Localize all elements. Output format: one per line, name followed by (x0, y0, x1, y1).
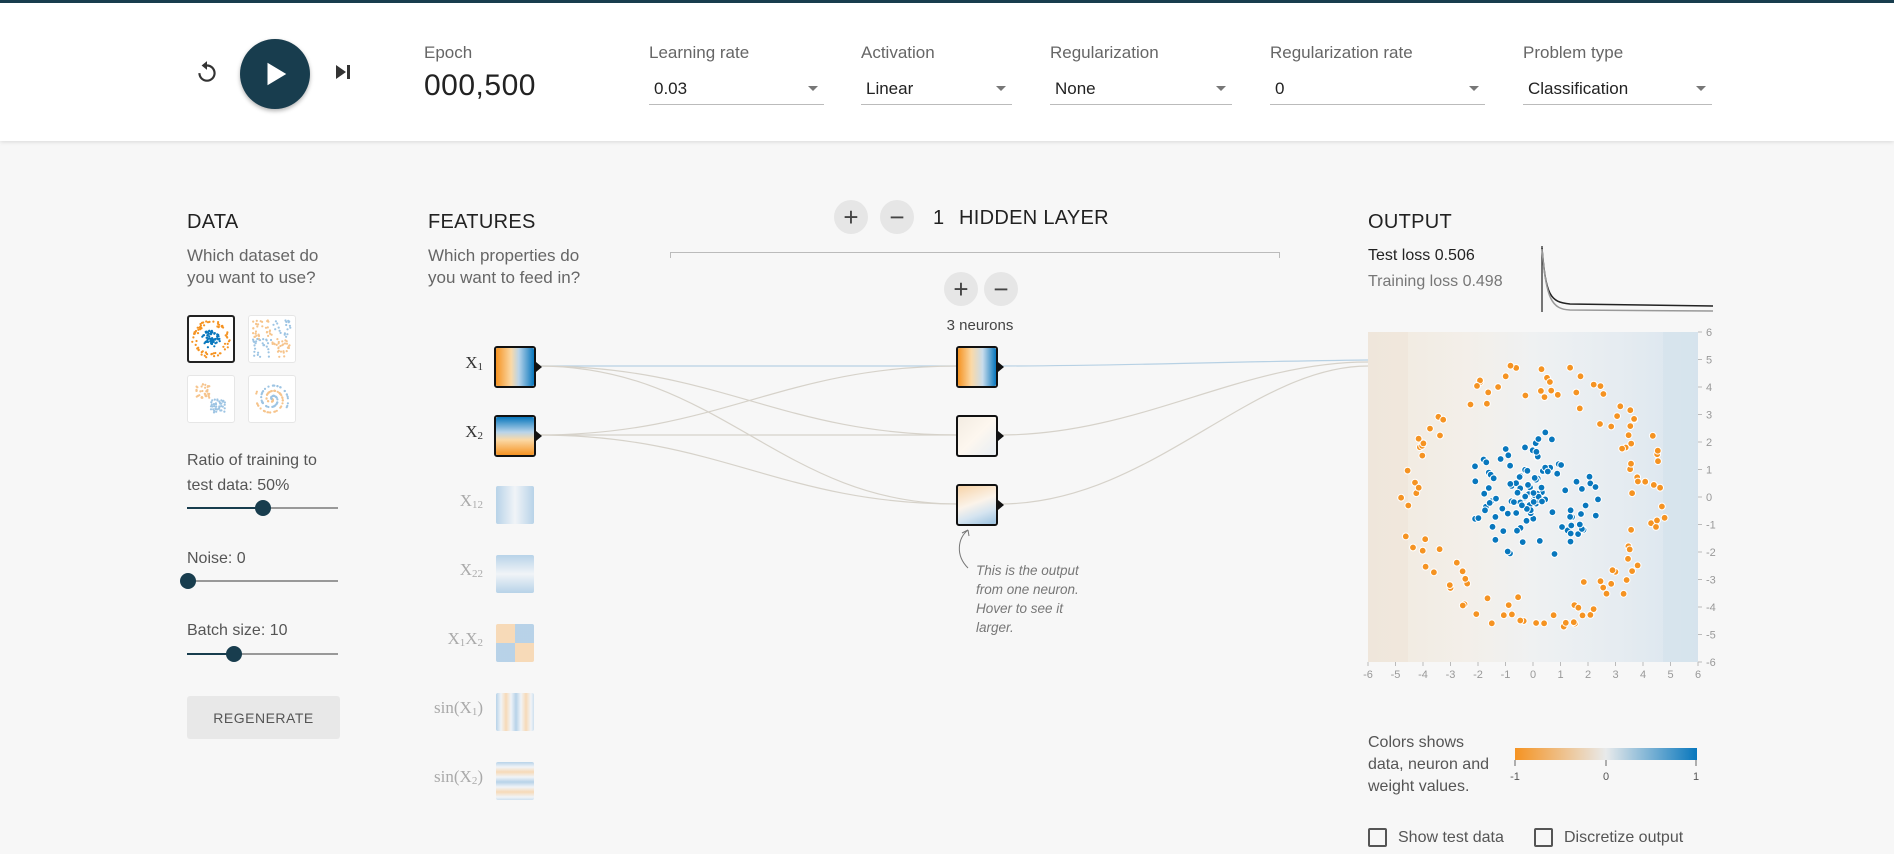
y-tick-label: 3 (1706, 410, 1712, 422)
note-line1: This is the output (976, 563, 1079, 578)
y-tick-label: -3 (1706, 575, 1716, 587)
discretize-output-checkbox[interactable]: Discretize output (1534, 828, 1683, 847)
x-tick-label: 4 (1640, 669, 1646, 681)
remove-layer-button[interactable]: − (880, 200, 914, 234)
hidden-node-1-output (998, 362, 1004, 372)
x-tick-label: -4 (1418, 669, 1428, 681)
x-tick-label: -5 (1391, 669, 1401, 681)
heatmap-axes: -6 -5 -4 -3 -2 -1 0 1 2 3 4 5 6 6 5 4 3 2 1 0 -1 -2 -3 -4 -5 -6 (1363, 327, 1716, 681)
note-line4: larger. (976, 620, 1014, 635)
hidden-node-3[interactable] (958, 486, 996, 524)
y-tick-label: -1 (1706, 520, 1716, 532)
y-tick-label: 2 (1706, 437, 1712, 449)
y-tick-label: -5 (1706, 630, 1716, 642)
y-tick-label: -6 (1706, 657, 1716, 669)
feature-node-sin-x1[interactable] (496, 693, 534, 731)
y-tick-label: 1 (1706, 465, 1712, 477)
show-test-data-box[interactable] (1368, 828, 1387, 847)
x-tick-label: 0 (1530, 669, 1536, 681)
note-line3: Hover to see it (976, 601, 1064, 616)
discretize-output-box[interactable] (1534, 828, 1553, 847)
note-line2: from one neuron. (976, 582, 1079, 597)
add-neuron-button[interactable]: + (944, 272, 978, 306)
show-test-data-checkbox[interactable]: Show test data (1368, 828, 1504, 847)
training-loss-value: 0.498 (1462, 273, 1503, 290)
output-heading: OUTPUT (1368, 211, 1453, 233)
add-layer-button[interactable]: + (834, 200, 868, 234)
training-loss-line (1541, 248, 1714, 312)
feature-node-x2[interactable] (496, 417, 534, 455)
feature-node-x1[interactable] (496, 348, 534, 386)
x-tick-label: -3 (1446, 669, 1456, 681)
x-tick-label: 6 (1695, 669, 1701, 681)
hidden-node-1[interactable] (958, 348, 996, 386)
x-tick-label: -6 (1363, 669, 1373, 681)
link-n1-out (999, 359, 1369, 367)
feature-node-x1-squared[interactable] (496, 486, 534, 524)
hidden-node-2-output (998, 431, 1004, 441)
legend-min: -1 (1510, 771, 1520, 783)
test-loss: Test loss 0.506 (1368, 247, 1475, 265)
x-tick-label: -2 (1473, 669, 1483, 681)
x-tick-label: 1 (1557, 669, 1563, 681)
x-axis-ticks: -6 -5 -4 -3 -2 -1 0 1 2 3 4 5 6 (1363, 662, 1701, 681)
color-legend-text: Colors shows data, neuron and weight val… (1368, 732, 1489, 798)
link-x2-n1 (537, 365, 959, 436)
y-tick-label: 5 (1706, 355, 1712, 367)
y-tick-label: 4 (1706, 382, 1712, 394)
x-tick-label: 2 (1585, 669, 1591, 681)
legend-max: 1 (1693, 771, 1699, 783)
neuron-count: 3 neurons (946, 317, 1014, 334)
feature-node-x2-output (536, 431, 542, 441)
hidden-node-3-output (998, 500, 1004, 510)
x-tick-label: 3 (1612, 669, 1618, 681)
note-arrow (958, 529, 969, 569)
color-legend-axis: -1 0 1 (1510, 760, 1699, 783)
hidden-node-2[interactable] (958, 417, 996, 455)
x-tick-label: 5 (1667, 669, 1673, 681)
training-loss-label: Training loss (1368, 273, 1459, 290)
loss-chart (1541, 246, 1714, 312)
discretize-output-label: Discretize output (1564, 828, 1684, 846)
x-tick-label: -1 (1501, 669, 1511, 681)
feature-node-x1x2[interactable] (496, 624, 534, 662)
link-n2-out (999, 361, 1369, 436)
legend-line1: Colors shows (1368, 734, 1465, 751)
layer-count: 1 (933, 207, 945, 229)
feature-node-sin-x2[interactable] (496, 762, 534, 800)
neuron-hint-note: This is the output from one neuron. Hove… (976, 561, 1106, 637)
test-loss-value: 0.506 (1434, 247, 1475, 264)
remove-neuron-button[interactable]: − (984, 272, 1018, 306)
test-loss-line (1541, 247, 1714, 307)
link-x2-n3 (537, 434, 959, 505)
feature-node-x1-output (536, 362, 542, 372)
legend-mid: 0 (1603, 771, 1609, 783)
legend-line3: weight values. (1368, 778, 1470, 795)
layer-bracket (670, 252, 1280, 258)
y-tick-label: 0 (1706, 492, 1712, 504)
test-loss-label: Test loss (1368, 247, 1431, 264)
y-tick-label: -2 (1706, 547, 1716, 559)
y-axis-ticks: 6 5 4 3 2 1 0 -1 -2 -3 -4 -5 -6 (1698, 327, 1716, 669)
show-test-data-label: Show test data (1398, 828, 1504, 846)
link-n3-out (999, 365, 1369, 505)
legend-line2: data, neuron and (1368, 756, 1489, 773)
hidden-layer-heading: HIDDEN LAYER (959, 207, 1109, 229)
feature-node-x2-squared[interactable] (496, 555, 534, 593)
y-tick-label: -4 (1706, 602, 1716, 614)
training-loss: Training loss 0.498 (1368, 273, 1503, 291)
y-tick-label: 6 (1706, 327, 1712, 339)
